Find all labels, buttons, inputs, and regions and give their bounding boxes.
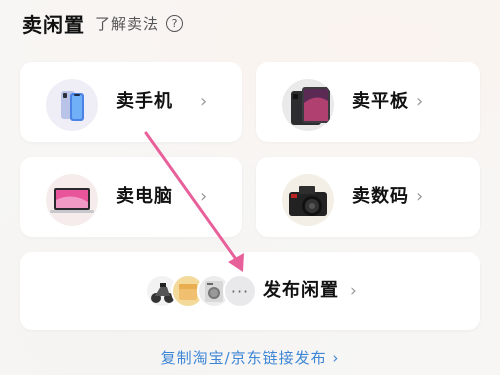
camera-icon — [282, 174, 334, 226]
publish-idle-card[interactable]: ··· 发布闲置 › — [20, 252, 480, 330]
chevron-right-icon: › — [200, 186, 208, 207]
sell-computer-label: 卖电脑 — [116, 186, 173, 207]
phone-icon — [46, 79, 98, 131]
chevron-right-icon: › — [350, 281, 357, 301]
laptop-icon — [46, 174, 98, 226]
sell-computer-card[interactable]: 卖电脑 › — [20, 157, 242, 237]
sell-tablet-label: 卖平板 — [352, 91, 409, 112]
sell-phone-card[interactable]: 卖手机 › — [20, 62, 242, 142]
sell-tablet-card[interactable]: 卖平板 › — [256, 62, 480, 142]
sell-digital-label: 卖数码 — [352, 186, 409, 207]
more-icon: ··· — [223, 274, 257, 308]
copy-link-publish[interactable]: 复制淘宝/京东链接发布 › — [0, 347, 500, 368]
question-circle-icon[interactable]: ? — [166, 14, 184, 32]
chevron-right-icon: › — [416, 91, 424, 112]
chevron-right-icon: › — [200, 91, 208, 112]
chevron-right-icon: › — [416, 186, 424, 207]
sell-phone-label: 卖手机 — [116, 91, 173, 112]
tablet-icon — [282, 79, 334, 131]
section-header: 卖闲置 了解卖法 ? — [22, 8, 184, 38]
publish-idle-label: 发布闲置 — [263, 280, 339, 301]
section-title: 卖闲置 — [22, 12, 85, 37]
learn-how-link[interactable]: 了解卖法 — [95, 13, 159, 34]
sell-digital-card[interactable]: 卖数码 › — [256, 157, 480, 237]
